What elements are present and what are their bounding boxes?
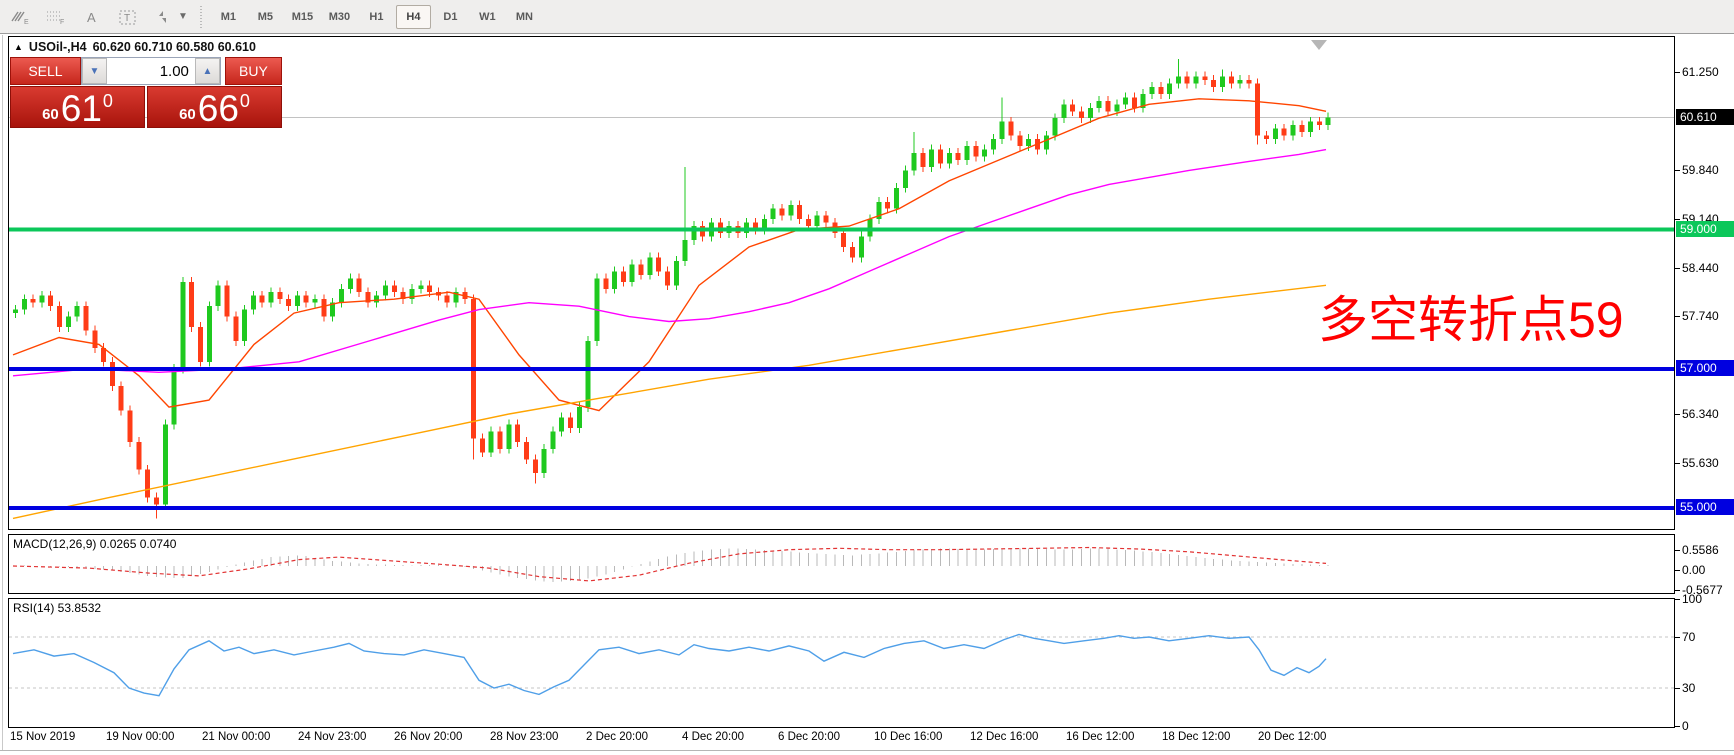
toolbar: E F A T ▼ M1 M5 M15 M30 H1 H4 D1 W1 MN bbox=[0, 0, 1734, 34]
rsi-tick-100: 100 bbox=[1682, 591, 1703, 606]
time-label: 24 Nov 23:00 bbox=[298, 731, 367, 743]
price-tick-55.630: 55.630 bbox=[1682, 456, 1719, 471]
time-label: 15 Nov 2019 bbox=[10, 731, 76, 743]
price-box-60.610: 60.610 bbox=[1676, 108, 1734, 125]
price-tick-56.340: 56.340 bbox=[1682, 406, 1719, 421]
volume-input[interactable] bbox=[106, 58, 195, 84]
collapse-triangle-icon[interactable]: ▲ bbox=[14, 42, 23, 52]
timeframe-mn[interactable]: MN bbox=[507, 5, 542, 29]
price-box-57.000: 57.000 bbox=[1676, 359, 1734, 376]
ask-price-box[interactable]: 60 66 0 bbox=[147, 86, 282, 128]
price-tick-57.740: 57.740 bbox=[1682, 309, 1719, 324]
rsi-tick-0: 0 bbox=[1682, 719, 1689, 734]
macd-panel[interactable]: MACD(12,26,9) 0.0265 0.0740 bbox=[8, 534, 1675, 594]
price-tick-61.250: 61.250 bbox=[1682, 65, 1719, 79]
timeframe-d1[interactable]: D1 bbox=[433, 5, 468, 29]
toolbar-separator bbox=[199, 5, 202, 28]
bid-prefix: 60 bbox=[42, 106, 59, 123]
svg-text:F: F bbox=[60, 19, 64, 26]
volume-increase-button[interactable]: ▲ bbox=[194, 58, 220, 84]
text-label-icon[interactable]: T bbox=[112, 4, 144, 30]
time-label: 2 Dec 20:00 bbox=[586, 731, 649, 743]
svg-text:A: A bbox=[87, 10, 96, 25]
price-box-55.000: 55.000 bbox=[1676, 499, 1734, 515]
sell-button[interactable]: SELL bbox=[10, 57, 81, 85]
time-label: 26 Nov 20:00 bbox=[394, 731, 463, 743]
timeframe-h4[interactable]: H4 bbox=[395, 4, 431, 29]
chart-title: ▲ USOil-,H4 60.620 60.710 60.580 60.610 bbox=[14, 40, 256, 54]
indicators-icon[interactable]: E bbox=[4, 4, 36, 30]
price-box-59.000: 59.000 bbox=[1676, 220, 1734, 237]
macd-tick-0.5586: 0.5586 bbox=[1682, 543, 1719, 558]
timeframe-m1[interactable]: M1 bbox=[211, 5, 246, 29]
volume-control: ▼ ▲ bbox=[80, 57, 221, 85]
time-label: 21 Nov 00:00 bbox=[202, 731, 271, 743]
time-label: 19 Nov 00:00 bbox=[106, 731, 175, 743]
ask-sup: 0 bbox=[239, 91, 250, 111]
timeframe-m5[interactable]: M5 bbox=[248, 5, 283, 29]
time-axis[interactable]: 15 Nov 2019 19 Nov 00:00 21 Nov 00:00 24 No… bbox=[8, 731, 1675, 749]
macd-tick-0.00: 0.00 bbox=[1682, 563, 1706, 577]
macd-label: MACD(12,26,9) 0.0265 0.0740 bbox=[13, 537, 177, 551]
scroll-marker-icon[interactable] bbox=[1311, 40, 1327, 50]
rsi-tick-70: 70 bbox=[1682, 630, 1696, 644]
rsi-panel[interactable]: RSI(14) 53.8532 bbox=[8, 598, 1675, 728]
ask-prefix: 60 bbox=[179, 106, 196, 123]
time-label: 6 Dec 20:00 bbox=[778, 731, 841, 743]
time-label: 28 Nov 23:00 bbox=[490, 731, 559, 743]
svg-text:E: E bbox=[24, 19, 29, 26]
volume-decrease-button[interactable]: ▼ bbox=[81, 58, 107, 84]
ask-main: 66 bbox=[197, 87, 239, 129]
timeframe-h1[interactable]: H1 bbox=[359, 5, 394, 29]
time-label: 4 Dec 20:00 bbox=[682, 731, 745, 743]
timeframe-w1[interactable]: W1 bbox=[470, 5, 505, 29]
rsi-tick-30: 30 bbox=[1682, 681, 1696, 695]
symbol-timeframe: USOil-,H4 bbox=[28, 40, 87, 54]
timeframe-m30[interactable]: M30 bbox=[322, 5, 357, 29]
trading-terminal: E F A T ▼ M1 M5 M15 M30 H1 H4 D1 W1 MN MACD(12,2… bbox=[0, 0, 1734, 755]
time-label: 16 Dec 12:00 bbox=[1066, 731, 1135, 743]
chart-annotation-text: 多空转折点59 bbox=[1318, 292, 1624, 348]
one-click-trade-panel: SELL ▼ ▲ BUY 60 61 0 60 66 0 bbox=[10, 57, 282, 128]
bid-sup: 0 bbox=[102, 91, 113, 111]
price-tick-58.440: 58.440 bbox=[1682, 260, 1719, 275]
svg-text:T: T bbox=[124, 13, 130, 24]
window-left-edge bbox=[2, 35, 3, 751]
timeframe-buttons: M1 M5 M15 M30 H1 H4 D1 W1 MN bbox=[210, 4, 543, 29]
rsi-label: RSI(14) 53.8532 bbox=[13, 601, 102, 615]
time-label: 10 Dec 16:00 bbox=[874, 731, 943, 743]
price-axis[interactable]: 61.250 59.840 59.140 58.440 57.740 56.340 55.6… bbox=[1675, 36, 1734, 748]
buy-button[interactable]: BUY bbox=[224, 57, 282, 85]
bid-main: 61 bbox=[60, 87, 102, 129]
bid-price-box[interactable]: 60 61 0 bbox=[10, 86, 145, 128]
grid-icon[interactable]: F bbox=[40, 4, 72, 30]
text-a-icon[interactable]: A bbox=[76, 4, 108, 30]
time-label: 12 Dec 16:00 bbox=[970, 731, 1039, 743]
timeframe-m15[interactable]: M15 bbox=[285, 5, 320, 29]
dropdown-caret-icon[interactable]: ▼ bbox=[178, 11, 188, 22]
time-label: 20 Dec 12:00 bbox=[1258, 731, 1327, 743]
price-tick-59.840: 59.840 bbox=[1682, 163, 1719, 178]
window-bottom-edge bbox=[0, 750, 1734, 751]
arrow-tools-icon[interactable] bbox=[148, 4, 180, 30]
time-label: 18 Dec 12:00 bbox=[1162, 731, 1231, 743]
ohlc-values: 60.620 60.710 60.580 60.610 bbox=[92, 40, 256, 54]
